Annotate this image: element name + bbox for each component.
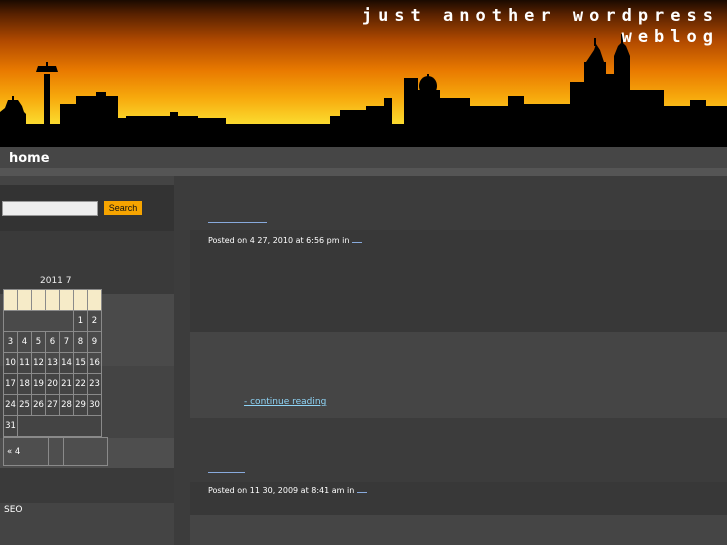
calendar-prev-link[interactable]: « 4	[3, 437, 49, 466]
post-excerpt-bg	[190, 515, 727, 545]
calendar-day: 26	[31, 394, 46, 416]
calendar-week-row: 17 18 19 20 21 22 23	[3, 373, 102, 395]
calendar-day: 1	[73, 310, 88, 332]
sidebar-band	[0, 503, 174, 545]
calendar-pad-cell	[3, 310, 74, 332]
content-band	[190, 176, 727, 230]
content-band	[190, 418, 727, 482]
calendar-nav: « 4	[3, 437, 108, 466]
nav-home-link[interactable]: home	[9, 151, 50, 166]
calendar-day: 23	[87, 373, 102, 395]
calendar-week-row: 31	[3, 415, 102, 437]
calendar-weekday-header	[3, 289, 102, 311]
calendar-day: 17	[3, 373, 18, 395]
search-button[interactable]: Search	[104, 201, 142, 215]
blog-title-line-2: weblog	[621, 27, 719, 47]
calendar-day: 4	[17, 331, 32, 353]
calendar-pad-cell	[17, 415, 102, 437]
search-input[interactable]	[2, 201, 98, 216]
calendar-day: 25	[17, 394, 32, 416]
seo-widget-title: SEO	[4, 505, 23, 515]
calendar-caption: 2011 7	[40, 276, 72, 286]
calendar-day: 19	[31, 373, 46, 395]
post-meta-text: Posted on 4 27, 2010 at 6:56 pm in	[208, 236, 350, 245]
calendar-week-row: 3456789	[3, 331, 102, 353]
sidebar-band	[0, 468, 174, 503]
post-excerpt-bg	[190, 230, 727, 332]
calendar-day: 2	[87, 310, 102, 332]
calendar-day: 20	[45, 373, 60, 395]
calendar-day: 30	[87, 394, 102, 416]
post-meta-text: Posted on 11 30, 2009 at 8:41 am in	[208, 486, 355, 495]
calendar-nav-cell	[48, 437, 64, 466]
calendar: 1 2 3 4 5 6 7 8 9 10 11 12 13 14 15 16 17 18 19 20 21 22 23 24 2…	[3, 289, 102, 437]
calendar-day: 22	[73, 373, 88, 395]
nav-divider	[0, 168, 727, 176]
post-meta: Posted on 11 30, 2009 at 8:41 am in	[208, 486, 368, 495]
calendar-day: 15	[73, 352, 88, 374]
calendar-day: 10	[3, 352, 18, 374]
calendar-day: 6	[45, 331, 60, 353]
blog-title[interactable]: just another wordpress weblog	[362, 6, 719, 48]
calendar-day: 5	[31, 331, 46, 353]
calendar-day: 29	[73, 394, 88, 416]
continue-reading-text: - continue reading	[244, 397, 327, 407]
calendar-day: 18	[17, 373, 32, 395]
calendar-week-row: 12	[3, 310, 102, 332]
post-title-link[interactable]	[208, 222, 267, 223]
post-title-link[interactable]	[208, 472, 245, 473]
calendar-week-row: 24 25 26 27 28 29 30	[3, 394, 102, 416]
calendar-next-link	[63, 437, 108, 466]
calendar-day: 12	[31, 352, 46, 374]
site-header: just another wordpress weblog	[0, 0, 727, 147]
calendar-day: 27	[45, 394, 60, 416]
post-meta: Posted on 4 27, 2010 at 6:56 pm in	[208, 236, 363, 245]
post-category-link[interactable]	[357, 492, 368, 493]
calendar-day: 16	[87, 352, 102, 374]
continue-reading-link[interactable]: - continue reading	[208, 397, 326, 407]
calendar-day: 24	[3, 394, 18, 416]
calendar-day: 13	[45, 352, 60, 374]
calendar-day: 3	[3, 331, 18, 353]
sidebar-band	[0, 231, 174, 261]
calendar-day: 21	[59, 373, 74, 395]
calendar-day: 14	[59, 352, 74, 374]
sidebar-band	[0, 176, 174, 185]
calendar-week-row: 10 11 12 13 14 15 16	[3, 352, 102, 374]
calendar-day: 9	[87, 331, 102, 353]
calendar-day: 7	[59, 331, 74, 353]
calendar-day: 8	[73, 331, 88, 353]
calendar-day: 11	[17, 352, 32, 374]
calendar-day: 28	[59, 394, 74, 416]
blog-title-line-1: just another wordpress	[361, 6, 719, 26]
calendar-day: 31	[3, 415, 18, 437]
post-category-link[interactable]	[352, 242, 363, 243]
